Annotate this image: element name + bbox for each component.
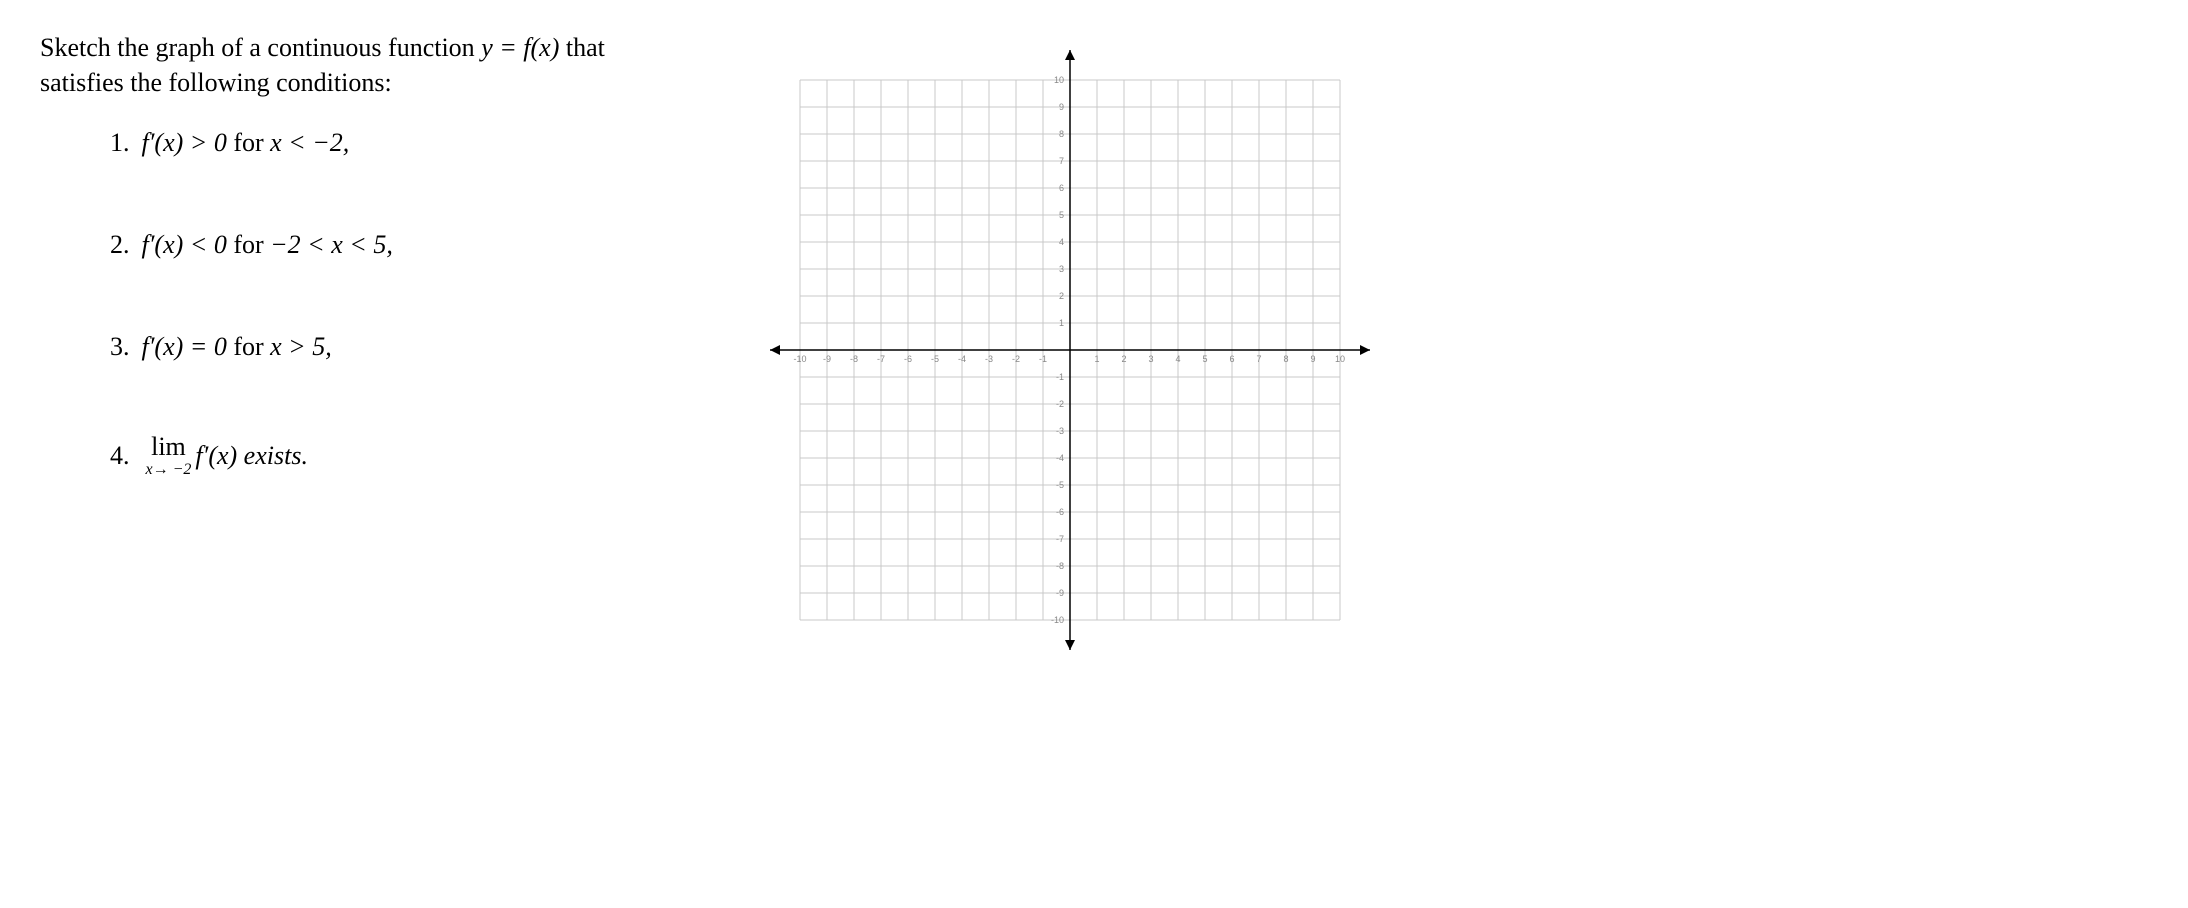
prompt-line1-math: y = f(x) [481, 33, 559, 62]
svg-text:-7: -7 [1056, 534, 1064, 544]
svg-text:3: 3 [1148, 354, 1153, 364]
svg-text:-4: -4 [958, 354, 966, 364]
grid-svg: -10 -9 -8 -7 -6 -5 -4 -3 -2 -1 1 2 3 4 5 6 7 8 9 10 -10 -9 -8 -… [750, 30, 1390, 670]
condition-mid: for [227, 230, 270, 259]
svg-text:6: 6 [1059, 183, 1064, 193]
svg-text:-7: -7 [877, 354, 885, 364]
svg-text:8: 8 [1283, 354, 1288, 364]
condition-lhs: f′(x) > 0 [142, 128, 227, 157]
svg-text:-9: -9 [823, 354, 831, 364]
svg-text:-1: -1 [1056, 372, 1064, 382]
svg-text:4: 4 [1175, 354, 1180, 364]
svg-text:-3: -3 [1056, 426, 1064, 436]
svg-text:-5: -5 [931, 354, 939, 364]
condition-mid: for [227, 128, 270, 157]
svg-text:-5: -5 [1056, 480, 1064, 490]
limit-bottom: x→ −2 [146, 462, 192, 478]
condition-rhs: −2 < x < 5, [270, 230, 393, 259]
svg-text:5: 5 [1202, 354, 1207, 364]
svg-text:-10: -10 [1051, 615, 1064, 625]
svg-text:2: 2 [1059, 291, 1064, 301]
limit-after: f′(x) exists. [195, 441, 308, 471]
svg-text:7: 7 [1059, 156, 1064, 166]
svg-text:-6: -6 [904, 354, 912, 364]
svg-text:5: 5 [1059, 210, 1064, 220]
condition-lhs: f′(x) < 0 [142, 230, 227, 259]
condition-4: 4. lim x→ −2 f′(x) exists. [110, 434, 660, 478]
limit-top: lim [151, 434, 186, 460]
svg-text:9: 9 [1059, 102, 1064, 112]
svg-text:-10: -10 [793, 354, 806, 364]
prompt-text: Sketch the graph of a continuous functio… [40, 30, 660, 100]
condition-mid: for [227, 332, 270, 361]
svg-text:-2: -2 [1012, 354, 1020, 364]
svg-text:-2: -2 [1056, 399, 1064, 409]
svg-text:-4: -4 [1056, 453, 1064, 463]
condition-rhs: x > 5, [270, 332, 332, 361]
condition-2: 2. f′(x) < 0 for −2 < x < 5, [110, 230, 660, 260]
svg-text:6: 6 [1229, 354, 1234, 364]
svg-text:3: 3 [1059, 264, 1064, 274]
condition-lhs: f′(x) = 0 [142, 332, 227, 361]
svg-text:-8: -8 [1056, 561, 1064, 571]
conditions-list: 1. f′(x) > 0 for x < −2, 2. f′(x) < 0 fo… [40, 128, 660, 478]
svg-text:9: 9 [1310, 354, 1315, 364]
limit-expression: lim x→ −2 [146, 434, 192, 478]
condition-number: 4. [110, 441, 130, 471]
svg-text:10: 10 [1054, 75, 1064, 85]
condition-rhs: x < −2, [270, 128, 349, 157]
condition-3: 3. f′(x) = 0 for x > 5, [110, 332, 660, 362]
svg-text:7: 7 [1256, 354, 1261, 364]
condition-number: 1. [110, 128, 130, 158]
svg-text:-3: -3 [985, 354, 993, 364]
prompt-line1-pre: Sketch the graph of a continuous functio… [40, 33, 481, 62]
svg-text:8: 8 [1059, 129, 1064, 139]
prompt-line2: satisfies the following conditions: [40, 68, 392, 97]
prompt-line1-post: that [559, 33, 605, 62]
condition-number: 3. [110, 332, 130, 362]
svg-text:-9: -9 [1056, 588, 1064, 598]
svg-text:-8: -8 [850, 354, 858, 364]
svg-text:1: 1 [1094, 354, 1099, 364]
condition-number: 2. [110, 230, 130, 260]
svg-text:-1: -1 [1039, 354, 1047, 364]
svg-text:10: 10 [1335, 354, 1345, 364]
coordinate-grid: -10 -9 -8 -7 -6 -5 -4 -3 -2 -1 1 2 3 4 5 6 7 8 9 10 -10 -9 -8 -… [720, 30, 1420, 670]
svg-text:2: 2 [1121, 354, 1126, 364]
condition-1: 1. f′(x) > 0 for x < −2, [110, 128, 660, 158]
svg-text:-6: -6 [1056, 507, 1064, 517]
svg-text:1: 1 [1059, 318, 1064, 328]
svg-text:4: 4 [1059, 237, 1064, 247]
